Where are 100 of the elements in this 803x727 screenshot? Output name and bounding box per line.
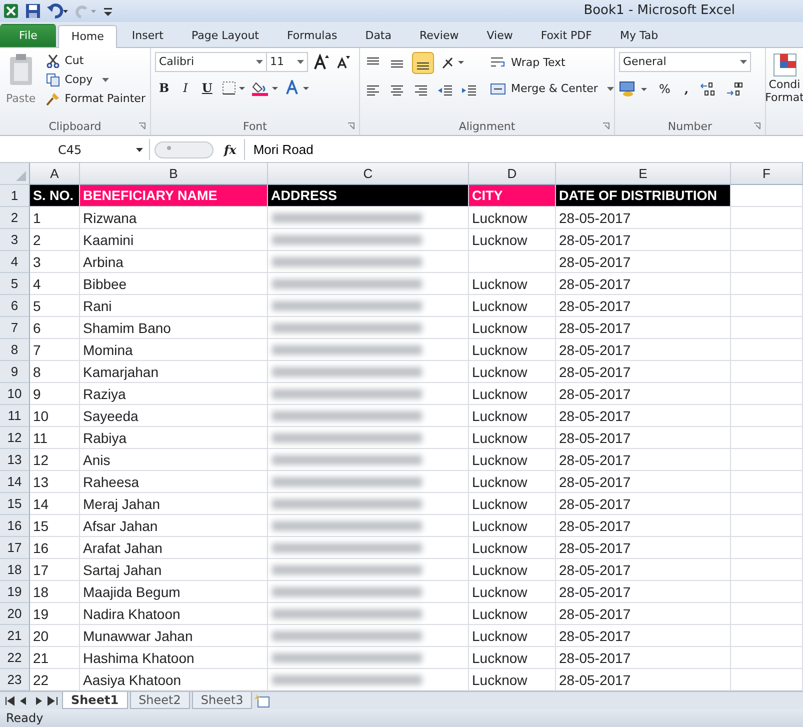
table-cell: Sayeeda (80, 405, 268, 428)
row-header[interactable]: 6 (0, 295, 30, 318)
empty-cell (731, 603, 803, 626)
dialog-launcher-icon[interactable] (347, 122, 355, 130)
row-header[interactable]: 17 (0, 537, 30, 560)
row-header[interactable]: 1 (0, 185, 30, 208)
name-box[interactable]: C45 (0, 139, 150, 160)
insert-function-label[interactable]: fx (218, 142, 244, 157)
sheet-navigation-icon[interactable] (4, 694, 60, 707)
empty-cell (731, 559, 803, 582)
row-header[interactable]: 14 (0, 471, 30, 494)
table-cell: 28-05-2017 (556, 537, 731, 560)
table-cell: Lucknow (469, 449, 556, 472)
font-size-dropdown[interactable]: 11 (266, 52, 308, 72)
number-format-dropdown[interactable]: General (619, 52, 751, 72)
decrease-decimal-icon[interactable] (724, 80, 745, 98)
row-header[interactable]: 5 (0, 273, 30, 296)
ribbon-tab[interactable]: Insert (118, 24, 176, 47)
table-cell: 17 (30, 559, 80, 582)
table-cell: 16 (30, 537, 80, 560)
empty-cell (731, 295, 803, 318)
formula-bar-handle-icon[interactable] (154, 140, 214, 159)
empty-cell (731, 427, 803, 450)
ribbon-tab[interactable]: Formulas (274, 24, 350, 47)
ribbon-tab[interactable]: Foxit PDF (528, 24, 605, 47)
ribbon-tab[interactable]: Page Layout (178, 24, 272, 47)
align-bottom-icon[interactable] (412, 52, 434, 74)
cut-button[interactable]: Cut (44, 52, 148, 70)
row-header[interactable]: 20 (0, 603, 30, 626)
percent-button[interactable]: % (655, 82, 674, 96)
row-header[interactable]: 9 (0, 361, 30, 384)
table-cell: Lucknow (469, 581, 556, 604)
row-header[interactable]: 2 (0, 207, 30, 230)
table-cell: Bibbee (80, 273, 268, 296)
table-cell: Shamim Bano (80, 317, 268, 340)
save-icon[interactable] (25, 2, 41, 19)
row-header[interactable]: 3 (0, 229, 30, 252)
ribbon-tab[interactable]: Home (58, 24, 117, 48)
empty-cell (731, 207, 803, 230)
currency-icon[interactable] (619, 80, 649, 98)
row-header[interactable]: 8 (0, 339, 30, 362)
new-sheet-icon[interactable] (254, 694, 272, 708)
format-painter-button[interactable]: Format Painter (44, 90, 148, 108)
empty-cell (731, 515, 803, 538)
row-header[interactable]: 23 (0, 669, 30, 692)
column-header[interactable]: D (469, 163, 556, 186)
ribbon-tab[interactable]: My Tab (606, 24, 672, 47)
row-header[interactable]: 22 (0, 647, 30, 670)
underline-button[interactable]: U (198, 80, 216, 95)
dialog-launcher-icon[interactable] (602, 122, 610, 130)
undo-icon[interactable] (47, 2, 69, 19)
bold-button[interactable]: B (155, 80, 174, 95)
borders-icon[interactable] (222, 80, 246, 95)
table-cell: Raziya (80, 383, 268, 406)
row-header[interactable]: 18 (0, 559, 30, 582)
copy-button[interactable]: Copy (44, 70, 148, 89)
row-header[interactable]: 21 (0, 625, 30, 648)
file-tab[interactable]: File (0, 24, 56, 47)
paste-button[interactable]: Paste (4, 52, 38, 118)
row-header[interactable]: 19 (0, 581, 30, 604)
row-header[interactable]: 16 (0, 515, 30, 538)
ribbon-tab[interactable]: Data (352, 24, 404, 47)
row-header[interactable]: 12 (0, 427, 30, 450)
column-header[interactable]: F (731, 163, 803, 186)
row-header[interactable]: 13 (0, 449, 30, 472)
grow-font-icon[interactable] (314, 54, 330, 70)
dialog-launcher-icon[interactable] (138, 122, 146, 130)
table-cell: 28-05-2017 (556, 603, 731, 626)
caret-icon (606, 86, 614, 91)
fill-color-icon[interactable] (252, 80, 280, 96)
row-header[interactable]: 7 (0, 317, 30, 340)
empty-cell (731, 361, 803, 384)
group-label: Font (243, 120, 267, 133)
table-cell: Lucknow (469, 317, 556, 340)
column-header[interactable]: B (80, 163, 268, 186)
table-cell: 5 (30, 295, 80, 318)
row-header[interactable]: 11 (0, 405, 30, 428)
row-header[interactable]: 15 (0, 493, 30, 516)
table-cell: 28-05-2017 (556, 383, 731, 406)
shrink-font-icon[interactable] (336, 54, 350, 69)
italic-button[interactable]: I (179, 80, 192, 95)
comma-style-button[interactable]: , (680, 82, 693, 96)
wrap-text-button[interactable]: Wrap Text (488, 54, 616, 72)
merge-center-button[interactable]: Merge & Center (488, 80, 616, 98)
table-cell: Sartaj Jahan (80, 559, 268, 582)
column-header[interactable]: E (556, 163, 731, 186)
sheet-tab[interactable]: Sheet1 (62, 692, 128, 710)
status-text: Ready (6, 711, 44, 726)
sheet-tab[interactable]: Sheet3 (192, 692, 252, 710)
ribbon-tab[interactable]: Review (406, 24, 472, 47)
empty-cell (731, 647, 803, 670)
dialog-launcher-icon[interactable] (753, 122, 761, 130)
row-header[interactable]: 4 (0, 251, 30, 274)
column-header[interactable]: A (30, 163, 80, 186)
table-cell: Lucknow (469, 229, 556, 252)
row-header[interactable]: 10 (0, 383, 30, 406)
ribbon-tab[interactable]: View (474, 24, 526, 47)
font-name-dropdown[interactable]: Calibri (155, 52, 267, 72)
sheet-tab[interactable]: Sheet2 (130, 692, 190, 710)
column-header[interactable]: C (268, 163, 469, 186)
